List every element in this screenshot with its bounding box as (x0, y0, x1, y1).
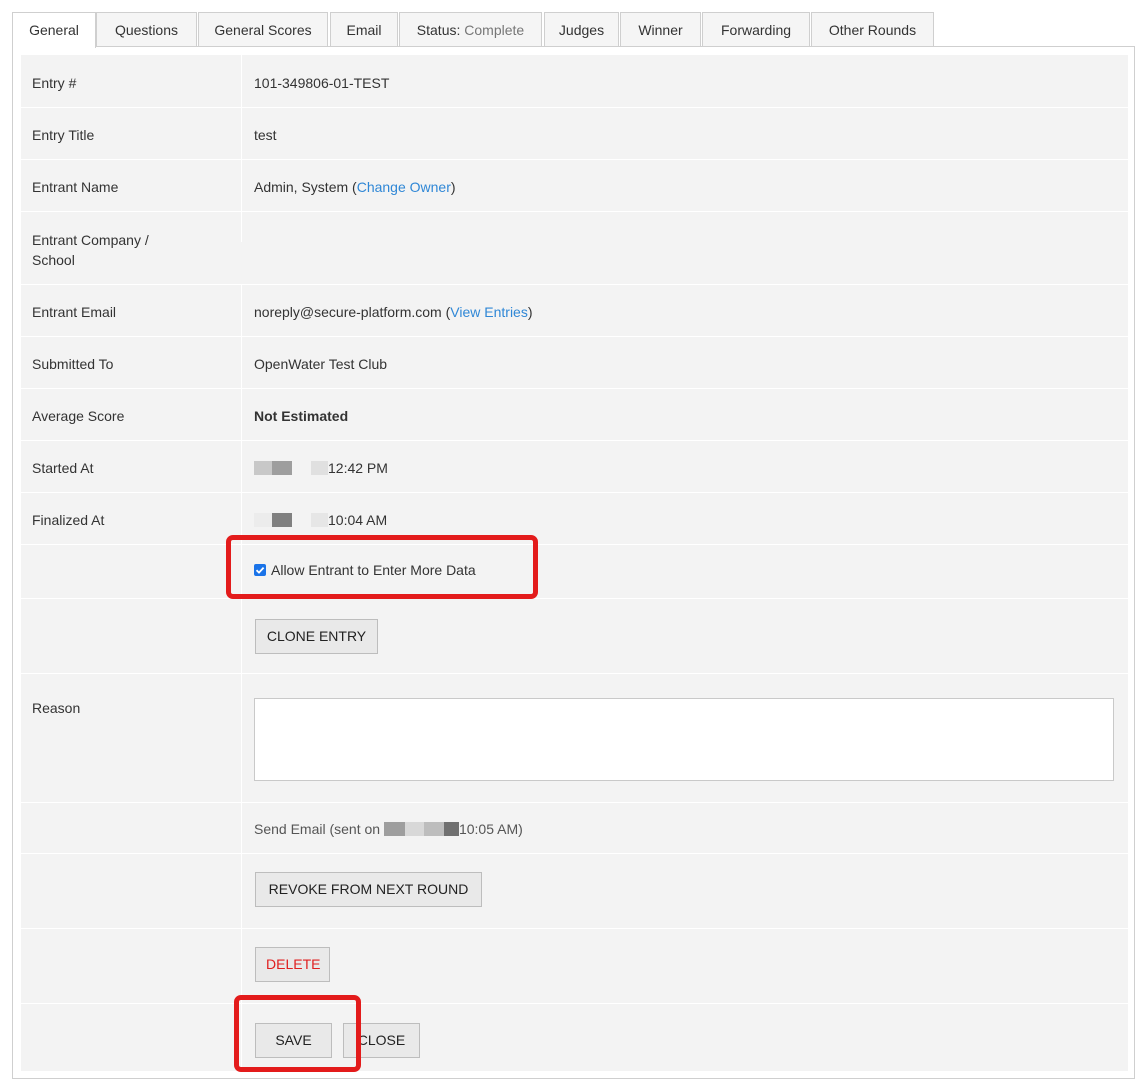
average-score-value: Not Estimated (254, 408, 349, 424)
send-email-time: 10:05 AM) (458, 821, 523, 837)
checkbox-checked-icon[interactable] (254, 564, 266, 576)
redacted-date (404, 822, 424, 836)
label-cell (21, 854, 242, 928)
tab-email[interactable]: Email (330, 12, 398, 47)
submitted-to-label: Submitted To (32, 356, 114, 372)
started-at-time: 12:42 PM (328, 460, 388, 476)
tab-judges[interactable]: Judges (544, 12, 619, 47)
row-finalized-at: Finalized At 10:04 AM (21, 493, 1128, 545)
entrant-email-text: noreply@secure-platform.com ( (254, 304, 451, 320)
label-cell (21, 599, 242, 673)
entrant-email-value: noreply@secure-platform.com (View Entrie… (254, 302, 533, 322)
tab-label: Forwarding (720, 22, 792, 38)
entry-number-value: 101-349806-01-TEST (254, 75, 390, 91)
tab-forwarding[interactable]: Forwarding (702, 12, 810, 47)
entrant-name-text: Admin, System ( (254, 179, 357, 195)
send-email-status: Send Email (sent on 10:05 AM) (254, 819, 523, 839)
tab-label: Other Rounds (828, 22, 917, 38)
submitted-to-value: OpenWater Test Club (254, 356, 388, 372)
reason-label: Reason (32, 700, 81, 716)
row-entrant-email: Entrant Email noreply@secure-platform.co… (21, 285, 1128, 337)
tab-label: Email (346, 22, 382, 38)
reason-textarea[interactable] (254, 698, 1114, 781)
send-email-prefix: Send Email (sent on (254, 821, 384, 837)
redacted-date (292, 513, 311, 527)
entry-title-value: test (254, 127, 277, 143)
row-actions: SAVE CLOSE (21, 1004, 1128, 1071)
redacted-date (311, 513, 328, 527)
entry-number-label: Entry # (32, 75, 77, 91)
paren-close: ) (450, 179, 456, 195)
finalized-at-value: 10:04 AM (254, 510, 387, 530)
row-submitted-to: Submitted To OpenWater Test Club (21, 337, 1128, 389)
redacted-date (443, 822, 459, 836)
entry-form: Entry # 101-349806-01-TEST Entry Title t… (21, 55, 1128, 1071)
label-cell (21, 1004, 242, 1071)
tab-other-rounds[interactable]: Other Rounds (811, 12, 934, 47)
started-at-label: Started At (32, 460, 94, 476)
tab-general-scores[interactable]: General Scores (198, 12, 328, 47)
entry-title-label: Entry Title (32, 127, 95, 143)
row-send-email: Send Email (sent on 10:05 AM) (21, 803, 1128, 854)
tab-status[interactable]: Status: Complete (399, 12, 542, 47)
change-owner-link[interactable]: Change Owner (357, 179, 451, 195)
tab-label: Winner (638, 22, 683, 38)
label-cell (21, 929, 242, 1003)
entry-panel: Entry # 101-349806-01-TEST Entry Title t… (12, 47, 1135, 1079)
tab-label: General (29, 22, 79, 38)
redacted-date (254, 461, 272, 475)
average-score-label: Average Score (32, 408, 125, 424)
row-allow-more-data: Allow Entrant to Enter More Data (21, 545, 1128, 599)
finalized-at-time: 10:04 AM (328, 512, 388, 528)
entrant-name-label: Entrant Name (32, 179, 119, 195)
entrant-company-label: Entrant Company / School (32, 232, 149, 268)
row-revoke: REVOKE FROM NEXT ROUND (21, 854, 1128, 929)
finalized-at-label: Finalized At (32, 512, 105, 528)
row-entry-number: Entry # 101-349806-01-TEST (21, 55, 1128, 108)
save-button[interactable]: SAVE (255, 1023, 332, 1058)
tab-bar: General Questions General Scores Email S… (12, 12, 1135, 48)
row-entrant-name: Entrant Name Admin, System (Change Owner… (21, 160, 1128, 212)
entrant-name-value: Admin, System (Change Owner) (254, 177, 456, 197)
allow-more-data-label[interactable]: Allow Entrant to Enter More Data (271, 562, 476, 578)
tab-label: Status: (416, 22, 461, 38)
redacted-date (272, 461, 292, 475)
tab-general[interactable]: General (12, 12, 96, 48)
redacted-date (383, 822, 405, 836)
started-at-value: 12:42 PM (254, 458, 388, 478)
redacted-date (254, 513, 272, 527)
label-cell (21, 674, 242, 802)
row-average-score: Average Score Not Estimated (21, 389, 1128, 441)
tab-questions[interactable]: Questions (96, 12, 197, 47)
row-clone: CLONE ENTRY (21, 599, 1128, 674)
redacted-date (272, 513, 292, 527)
redacted-date (311, 461, 328, 475)
delete-button[interactable]: DELETE (255, 947, 330, 982)
paren-close: ) (527, 304, 533, 320)
row-started-at: Started At 12:42 PM (21, 441, 1128, 493)
tab-winner[interactable]: Winner (620, 12, 701, 47)
tab-label: Questions (114, 22, 179, 38)
redacted-date (292, 461, 311, 475)
tab-status-value: Complete (464, 22, 525, 38)
entrant-email-label: Entrant Email (32, 304, 117, 320)
allow-more-data-checkbox[interactable]: Allow Entrant to Enter More Data (254, 562, 476, 578)
row-entrant-company: Entrant Company / School (21, 212, 1128, 285)
revoke-from-next-round-button[interactable]: REVOKE FROM NEXT ROUND (255, 872, 482, 907)
redacted-date (423, 822, 444, 836)
label-cell (21, 545, 242, 598)
row-reason: Reason (21, 674, 1128, 803)
row-delete: DELETE (21, 929, 1128, 1004)
tab-label: General Scores (214, 22, 312, 38)
clone-entry-button[interactable]: CLONE ENTRY (255, 619, 378, 654)
close-button[interactable]: CLOSE (343, 1023, 420, 1058)
tab-label: Judges (558, 22, 605, 38)
row-entry-title: Entry Title test (21, 108, 1128, 160)
view-entries-link[interactable]: View Entries (450, 304, 528, 320)
label-cell (21, 803, 242, 853)
